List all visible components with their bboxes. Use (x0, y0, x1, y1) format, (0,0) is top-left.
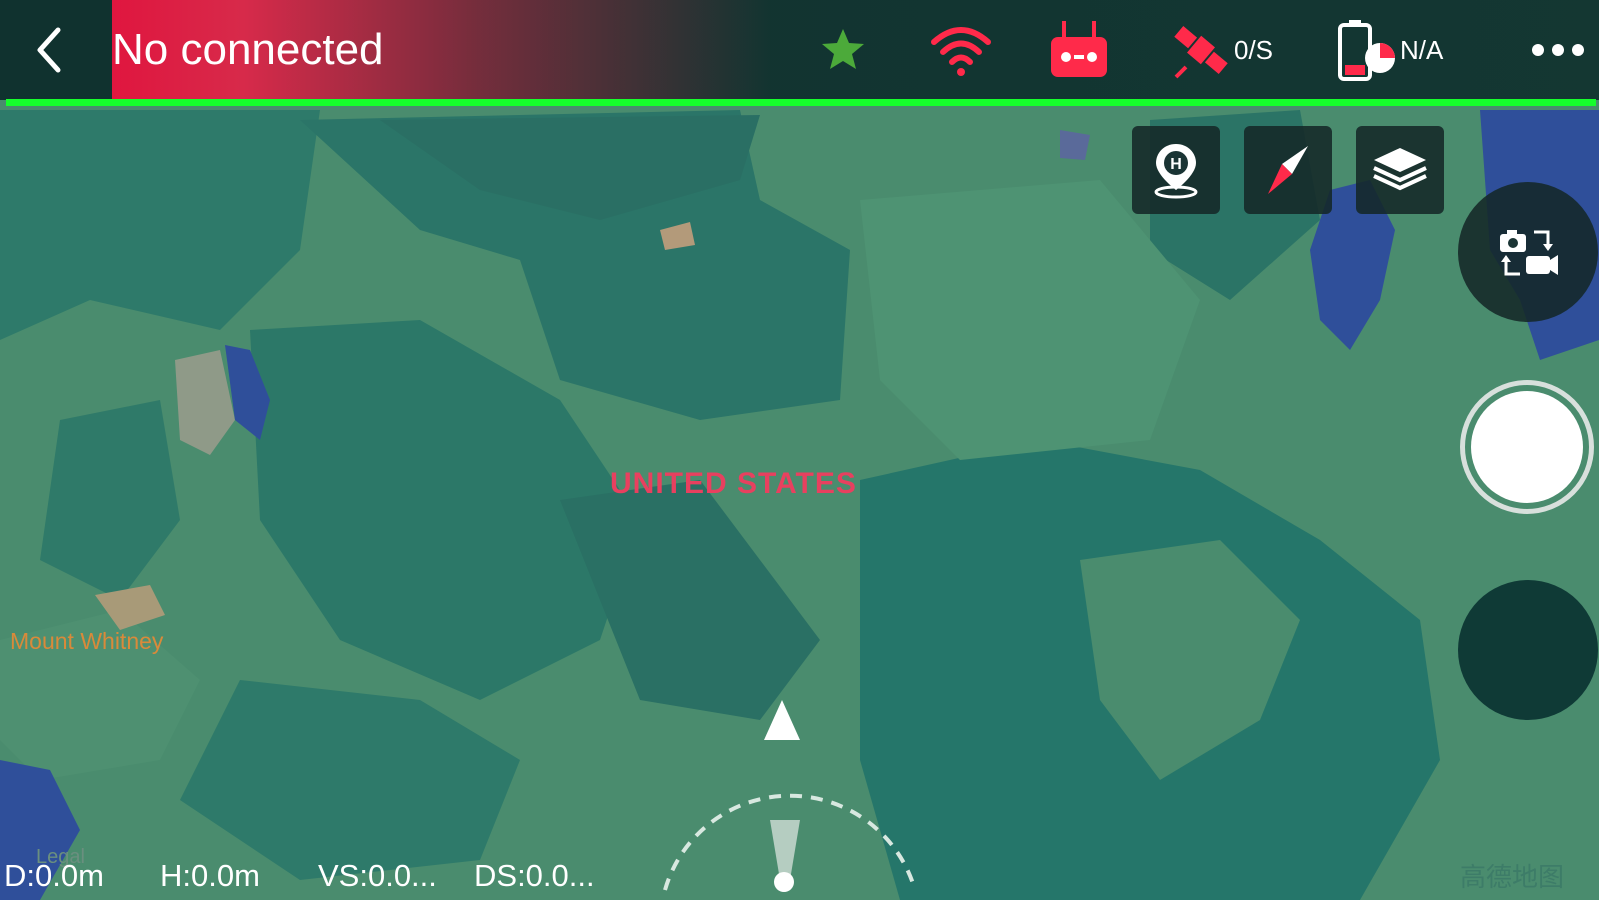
satellite-icon (1174, 25, 1228, 79)
country-label: UNITED STATES (610, 467, 857, 500)
wifi-indicator[interactable] (928, 18, 994, 82)
satellite-indicator[interactable]: 0/S (1170, 18, 1273, 82)
connection-status-text: No connected (112, 25, 384, 74)
shutter-inner (1471, 391, 1583, 503)
horizontal-speed-readout: DS:0.0... (474, 858, 595, 893)
chevron-left-icon (37, 27, 61, 73)
more-icon (1532, 44, 1584, 56)
map-layers-button[interactable] (1356, 126, 1444, 214)
place-label: Mount Whitney (10, 628, 164, 654)
layers-icon (1373, 148, 1427, 191)
map-provider-watermark: 高德地图 (1460, 862, 1565, 892)
aircraft-status-indicator[interactable] (818, 18, 868, 82)
satellite-count: 0/S (1234, 34, 1274, 65)
compass-button[interactable] (1244, 126, 1332, 214)
secondary-round-button[interactable] (1458, 580, 1598, 720)
height-readout: H:0.0m (160, 858, 260, 893)
battery-value: N/A (1400, 34, 1444, 65)
battery-icon (1338, 20, 1395, 81)
remote-controller-icon (1051, 21, 1107, 77)
distance-readout: D:0.0m (4, 858, 104, 893)
battery-indicator[interactable]: N/A (1336, 18, 1443, 82)
drone-star-icon (822, 29, 864, 69)
svg-text:H: H (1170, 156, 1182, 173)
compass-icon (1268, 146, 1308, 194)
wifi-icon (931, 27, 991, 76)
camera-switch-icon (1500, 230, 1558, 276)
remote-controller-indicator[interactable] (1048, 18, 1110, 82)
camera-switch-button[interactable] (1458, 182, 1598, 322)
back-button[interactable] (20, 22, 80, 78)
shutter-button[interactable] (1460, 380, 1594, 514)
home-point-icon: H (1154, 144, 1198, 199)
connection-progress-bar (6, 99, 1596, 106)
home-point-button[interactable]: H (1132, 126, 1220, 214)
vertical-speed-readout: VS:0.0... (318, 858, 437, 893)
more-menu-button[interactable] (1528, 18, 1588, 82)
